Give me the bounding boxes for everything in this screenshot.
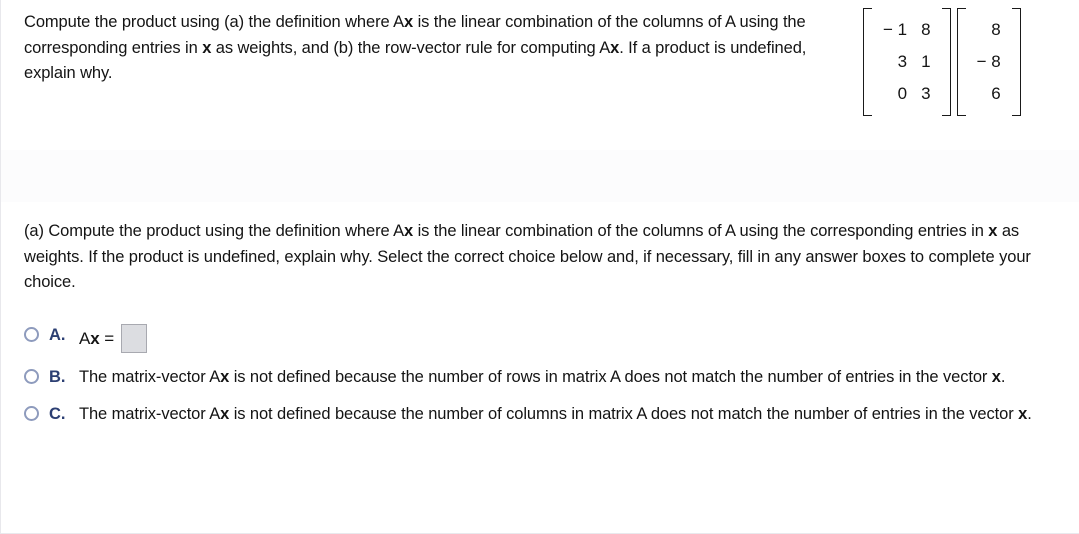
part-a-prompt-segment-1: (a) Compute the product using the defini… <box>24 222 405 240</box>
matrix-product-expression: − 1 8 3 1 0 3 8 − 8 6 <box>863 8 1021 116</box>
choice-c-bold-x-2: x <box>1018 404 1028 423</box>
choice-b-segment-1: The matrix-vector A <box>79 368 221 386</box>
vector-x-cell-1-0: − 8 <box>976 52 1001 71</box>
part-a-prompt-segment-2: is the linear combination of the columns… <box>413 222 989 240</box>
answer-choice-list: A. Ax = B. The matrix-vector Ax is not d… <box>24 324 1064 439</box>
vector-x-row: − 8 <box>970 46 1008 78</box>
answer-choice-b[interactable]: B. The matrix-vector Ax is not defined b… <box>24 366 1064 390</box>
matrix-a-cell-0-0: − 1 <box>883 20 908 39</box>
matrix-a-cell-2-1: 3 <box>921 84 931 103</box>
choice-b-segment-2: is not defined because the number of row… <box>229 368 992 386</box>
choice-b-segment-3: . <box>1000 368 1006 386</box>
answer-input-box-a[interactable] <box>121 324 148 353</box>
part-a-prompt: (a) Compute the product using the defini… <box>24 219 1060 296</box>
choice-letter-b: B. <box>49 368 66 386</box>
vector-x-row: 8 <box>970 14 1008 46</box>
problem-text-segment-1: Compute the product using (a) the defini… <box>24 13 405 31</box>
choice-b-bold-x-2: x <box>991 368 1001 386</box>
problem-statement-text: Compute the product using (a) the defini… <box>24 10 824 87</box>
choice-a-equation-label: Ax = <box>79 327 114 351</box>
matrix-a-cell-0-1: 8 <box>921 20 931 39</box>
answer-choice-c[interactable]: C. The matrix-vector Ax is not defined b… <box>24 403 1064 427</box>
choice-a-eq-prefix: A <box>79 328 91 348</box>
choice-a-equation-row: Ax = <box>79 324 1064 353</box>
choice-c-body: The matrix-vector Ax is not defined beca… <box>79 403 1064 427</box>
section-divider-strip <box>1 150 1079 202</box>
choice-b-body: The matrix-vector Ax is not defined beca… <box>79 366 1064 390</box>
choice-c-bold-x-1: x <box>220 404 230 423</box>
problem-text-segment-3: as weights, and (b) the row-vector rule … <box>211 38 611 57</box>
radio-button-a[interactable] <box>24 327 39 342</box>
matrix-a-cell-1-0: 3 <box>897 52 908 71</box>
choice-c-segment-3: . <box>1027 404 1032 423</box>
choice-c-segment-1: The matrix-vector A <box>79 404 221 423</box>
matrix-a-cell-2-0: 0 <box>897 84 908 103</box>
vector-x-cell-2-0: 6 <box>991 84 1001 103</box>
matrix-a-row: − 1 8 <box>876 14 938 46</box>
problem-statement-block: Compute the product using (a) the defini… <box>1 0 1079 150</box>
choice-letter-c: C. <box>49 404 66 423</box>
vector-x-row: 6 <box>970 78 1008 110</box>
choice-a-eq-bold-x: x <box>90 328 100 348</box>
part-a-section: (a) Compute the product using the defini… <box>1 202 1079 534</box>
vector-x-cell-0-0: 8 <box>991 20 1001 39</box>
choice-c-segment-2: is not defined because the number of col… <box>229 404 1019 423</box>
vector-x-grid: 8 − 8 6 <box>970 14 1008 110</box>
problem-bold-x-2: x <box>202 38 212 57</box>
problem-bold-x-3: x <box>610 38 620 57</box>
matrix-a-cell-1-1: 1 <box>921 52 931 71</box>
answer-choice-a[interactable]: A. Ax = <box>24 324 1064 353</box>
choice-a-eq-suffix: = <box>99 328 115 348</box>
matrix-a-row: 0 3 <box>876 78 938 110</box>
choice-b-bold-x-1: x <box>220 368 230 386</box>
part-a-bold-x-2: x <box>988 222 998 240</box>
choice-letter-a: A. <box>49 326 66 344</box>
problem-page: Compute the product using (a) the defini… <box>0 0 1079 534</box>
problem-bold-x-1: x <box>404 13 414 31</box>
matrix-a-row: 3 1 <box>876 46 938 78</box>
radio-button-b[interactable] <box>24 369 39 384</box>
matrix-a-grid: − 1 8 3 1 0 3 <box>876 14 938 110</box>
vector-x: 8 − 8 6 <box>956 8 1021 116</box>
part-a-bold-x-1: x <box>404 222 414 240</box>
matrix-a: − 1 8 3 1 0 3 <box>863 8 951 116</box>
choice-a-body: Ax = <box>79 324 1064 353</box>
radio-button-c[interactable] <box>24 405 39 421</box>
